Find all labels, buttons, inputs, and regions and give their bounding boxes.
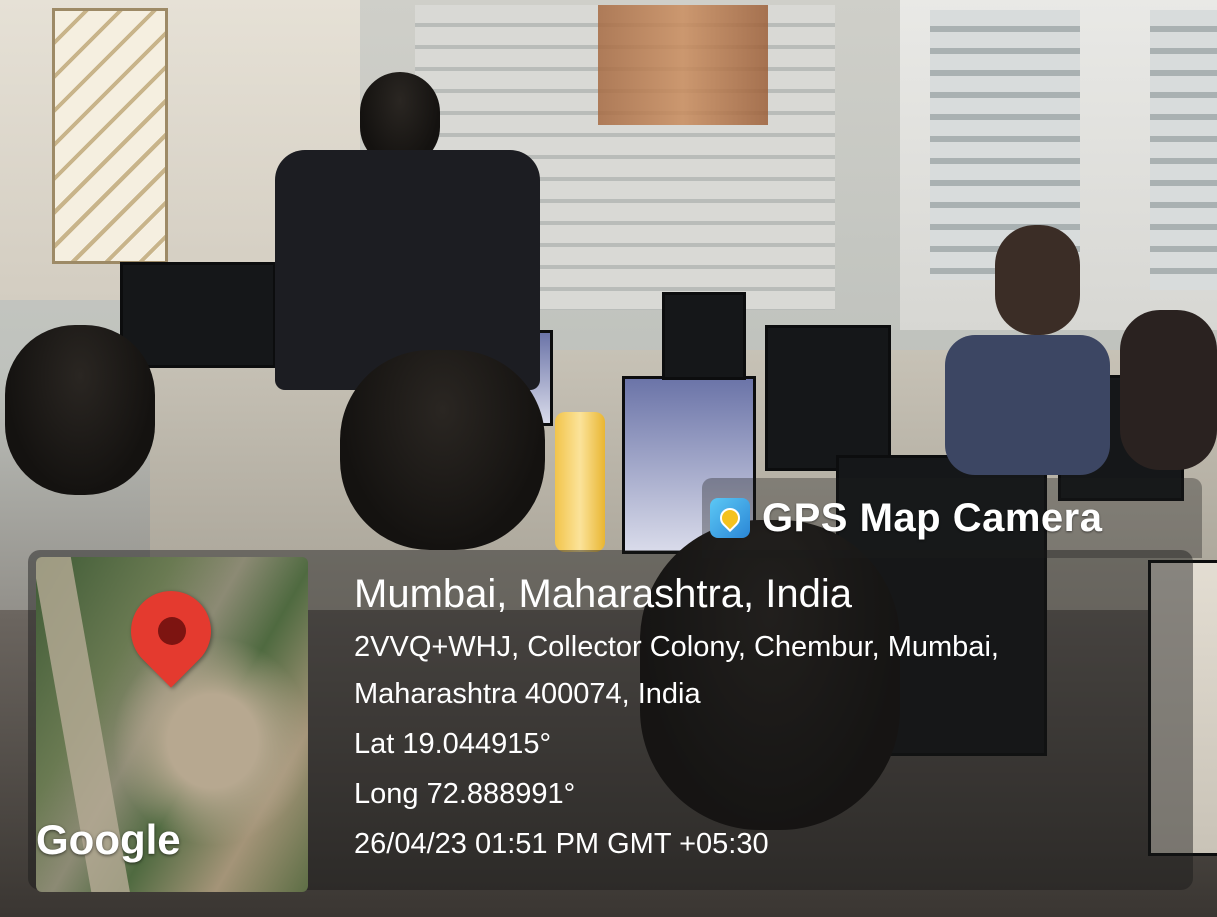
timestamp: 26/04/23 01:51 PM GMT +05:30 — [354, 828, 769, 860]
map-pin-dot — [158, 617, 186, 645]
address-line-1: 2VVQ+WHJ, Collector Colony, Chembur, Mum… — [354, 631, 999, 663]
stamp-header: GPS Map Camera — [702, 478, 1202, 558]
location-info: Mumbai, Maharashtra, India 2VVQ+WHJ, Col… — [354, 572, 999, 869]
location-title: Mumbai, Maharashtra, India — [354, 572, 853, 616]
student-head — [5, 325, 155, 495]
location-pin-icon — [715, 503, 745, 533]
monitor — [765, 325, 891, 471]
monitor — [120, 262, 276, 368]
longitude: Long 72.888991° — [354, 778, 576, 810]
gps-map-camera-icon — [710, 498, 750, 538]
student-head — [340, 350, 545, 550]
map-thumbnail: Google — [36, 557, 308, 892]
background-window — [52, 8, 168, 264]
background-glass-panel — [1150, 10, 1217, 290]
water-bottle — [555, 412, 605, 552]
monitor — [662, 292, 746, 380]
map-brand: Google — [36, 816, 181, 863]
student-body — [945, 335, 1110, 475]
student-head — [1120, 310, 1217, 470]
app-name: GPS Map Camera — [762, 495, 1103, 540]
latitude: Lat 19.044915° — [354, 728, 552, 760]
address-line-2: Maharashtra 400074, India — [354, 678, 701, 710]
background-curtain — [598, 5, 768, 125]
student-head — [995, 225, 1080, 335]
photo: GPS Map Camera Google Mumbai, Maharashtr… — [0, 0, 1217, 917]
